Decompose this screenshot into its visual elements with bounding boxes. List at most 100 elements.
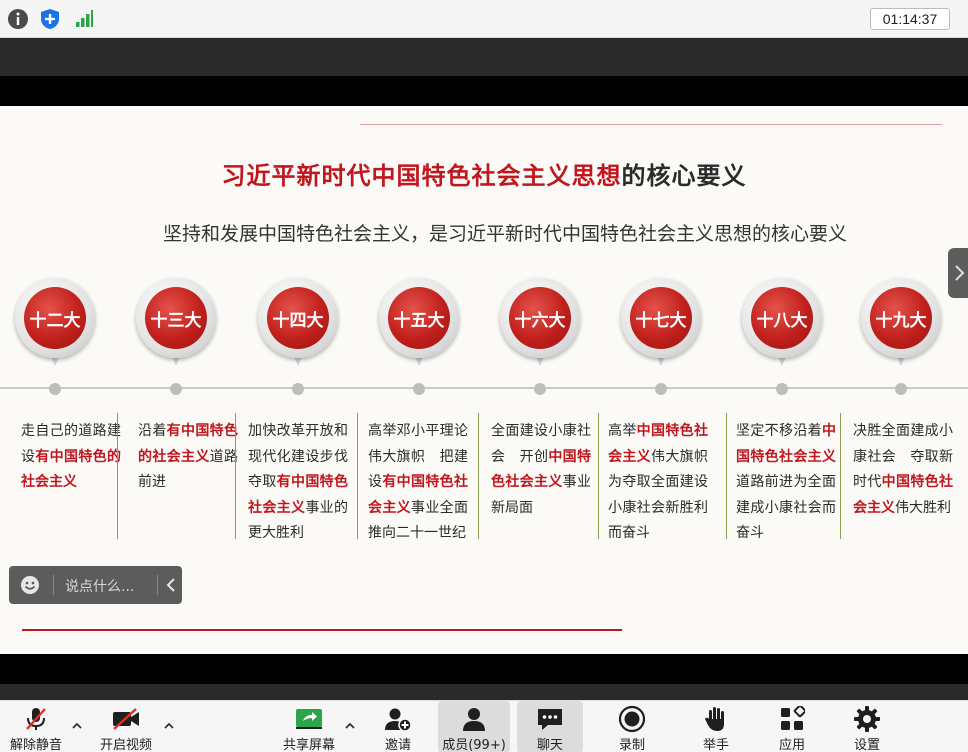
shield-icon[interactable] [38, 7, 62, 31]
record-icon [617, 705, 647, 733]
congress-description: 高举中国特色社会主义伟大旗帜为夺取全面建设小康社会新胜利而奋斗 [608, 419, 708, 547]
chat-placeholder[interactable]: 说点什么... [65, 576, 134, 596]
timeline-dot [292, 383, 304, 395]
signal-icon[interactable] [72, 7, 96, 31]
gear-icon [852, 705, 882, 733]
share-screen-icon [294, 705, 324, 733]
column-separator [117, 413, 118, 539]
congress-label: 十八大 [751, 287, 813, 349]
share-screen-label: 共享屏幕 [282, 738, 335, 752]
meeting-window: 01:14:37 习近平新时代中国特色社会主义思想的核心要义 坚持和发展中国特色… [0, 0, 968, 752]
apps-button[interactable]: 应用 [770, 701, 814, 752]
meeting-toolbar: 解除静音 开启视频 共享屏幕 邀请 成员(99+) 聊天 录制 举手 应用 设置 [0, 700, 968, 752]
congress-label: 十四大 [267, 287, 329, 349]
next-page-arrow[interactable] [948, 248, 968, 298]
members-button[interactable]: 成员(99+) [438, 701, 510, 752]
congress-badge: 十五大 [379, 278, 459, 378]
mic-off-icon [21, 705, 51, 733]
unmute-label: 解除静音 [9, 738, 62, 752]
letterbox-bottom [0, 654, 968, 684]
top-band [0, 38, 968, 76]
timeline-dot [895, 383, 907, 395]
decorative-line-bottom [22, 629, 622, 631]
congress-badge: 十二大 [15, 278, 95, 378]
chevron-up-icon[interactable] [162, 719, 176, 733]
congress-description: 沿着有中国特色的社会主义道路前进 [138, 419, 238, 496]
highlighted-text: 有中国特色的社会主义 [21, 448, 122, 491]
chevron-up-icon[interactable] [343, 719, 357, 733]
start-video-label: 开启视频 [99, 738, 152, 752]
description-text: 沿着 [138, 423, 167, 439]
slide-subtitle: 坚持和发展中国特色社会主义，是习近平新时代中国特色社会主义思想的核心要义 [162, 223, 847, 245]
timeline-dot [655, 383, 667, 395]
apps-icon [777, 705, 807, 733]
start-video-button[interactable]: 开启视频 [96, 701, 156, 752]
column-separator [598, 413, 599, 539]
congress-label: 十六大 [509, 287, 571, 349]
members-icon [459, 705, 489, 733]
congress-badge: 十三大 [136, 278, 216, 378]
add-user-icon [383, 705, 413, 733]
congress-label: 十九大 [870, 287, 932, 349]
congress-description: 加快改革开放和现代化建设步伐 夺取有中国特色社会主义事业的更大胜利 [248, 419, 362, 547]
record-button[interactable]: 录制 [610, 701, 654, 752]
raise-hand-button[interactable]: 举手 [694, 701, 738, 752]
description-text: 高举 [608, 423, 637, 439]
apps-label: 应用 [778, 738, 805, 752]
congress-description: 坚定不移沿着中国特色社会主义道路前进为全面建成小康社会而奋斗 [736, 419, 836, 547]
divider [53, 575, 54, 595]
video-off-icon [111, 705, 141, 733]
danmaku-input[interactable]: 说点什么... [9, 566, 182, 604]
timeline-dot [776, 383, 788, 395]
emoji-icon[interactable] [20, 575, 40, 595]
hand-icon [701, 705, 731, 733]
column-separator [478, 413, 479, 539]
chevron-left-icon[interactable] [164, 576, 180, 594]
timeline-dot [49, 383, 61, 395]
column-separator [357, 413, 358, 539]
meeting-timer: 01:14:37 [870, 8, 950, 30]
unmute-button[interactable]: 解除静音 [6, 701, 66, 752]
share-screen-button[interactable]: 共享屏幕 [278, 701, 340, 752]
congress-label: 十五大 [388, 287, 450, 349]
congress-badge: 十七大 [621, 278, 701, 378]
column-separator [235, 413, 236, 539]
divider [157, 575, 158, 595]
invite-label: 邀请 [384, 738, 411, 752]
raise-hand-label: 举手 [702, 738, 729, 752]
timeline-axis [0, 387, 968, 389]
info-icon[interactable] [6, 7, 30, 31]
title-highlight: 习近平新时代中国特色社会主义思想 [221, 162, 622, 190]
record-label: 录制 [618, 738, 645, 752]
title-rest: 的核心要义 [621, 162, 747, 190]
settings-label: 设置 [853, 738, 880, 752]
settings-button[interactable]: 设置 [845, 701, 889, 752]
description-text: 道路前进为全面建成小康社会而奋斗 [736, 474, 836, 541]
congress-badge: 十九大 [861, 278, 941, 378]
description-text: 伟大胜利 [895, 499, 951, 516]
congress-description: 决胜全面建成小康社会 夺取新时代中国特色社会主义伟大胜利 [853, 419, 953, 521]
congress-label: 十七大 [630, 287, 692, 349]
column-separator [840, 413, 841, 539]
description-text: 坚定不移沿着 [736, 423, 822, 439]
congress-description: 走自己的道路建设有中国特色的社会主义 [21, 419, 121, 496]
congress-label: 十三大 [145, 287, 207, 349]
chat-button[interactable]: 聊天 [517, 701, 583, 752]
column-separator [726, 413, 727, 539]
chevron-up-icon[interactable] [70, 719, 84, 733]
congress-badge: 十四大 [258, 278, 338, 378]
timeline-dot [413, 383, 425, 395]
invite-button[interactable]: 邀请 [376, 701, 420, 752]
slide-title: 习近平新时代中国特色社会主义思想的核心要义 [0, 156, 968, 191]
decorative-line [360, 124, 942, 125]
chevron-right-icon [955, 265, 965, 281]
congress-label: 十二大 [24, 287, 86, 349]
congress-badge: 十八大 [742, 278, 822, 378]
congress-description: 全面建设小康社会 开创中国特色社会主义事业新局面 [491, 419, 591, 521]
letterbox-top [0, 76, 968, 106]
bottom-band [0, 684, 968, 700]
top-bar: 01:14:37 [0, 0, 968, 38]
chat-icon [535, 705, 565, 733]
timeline-dot [170, 383, 182, 395]
chat-label: 聊天 [536, 738, 563, 752]
